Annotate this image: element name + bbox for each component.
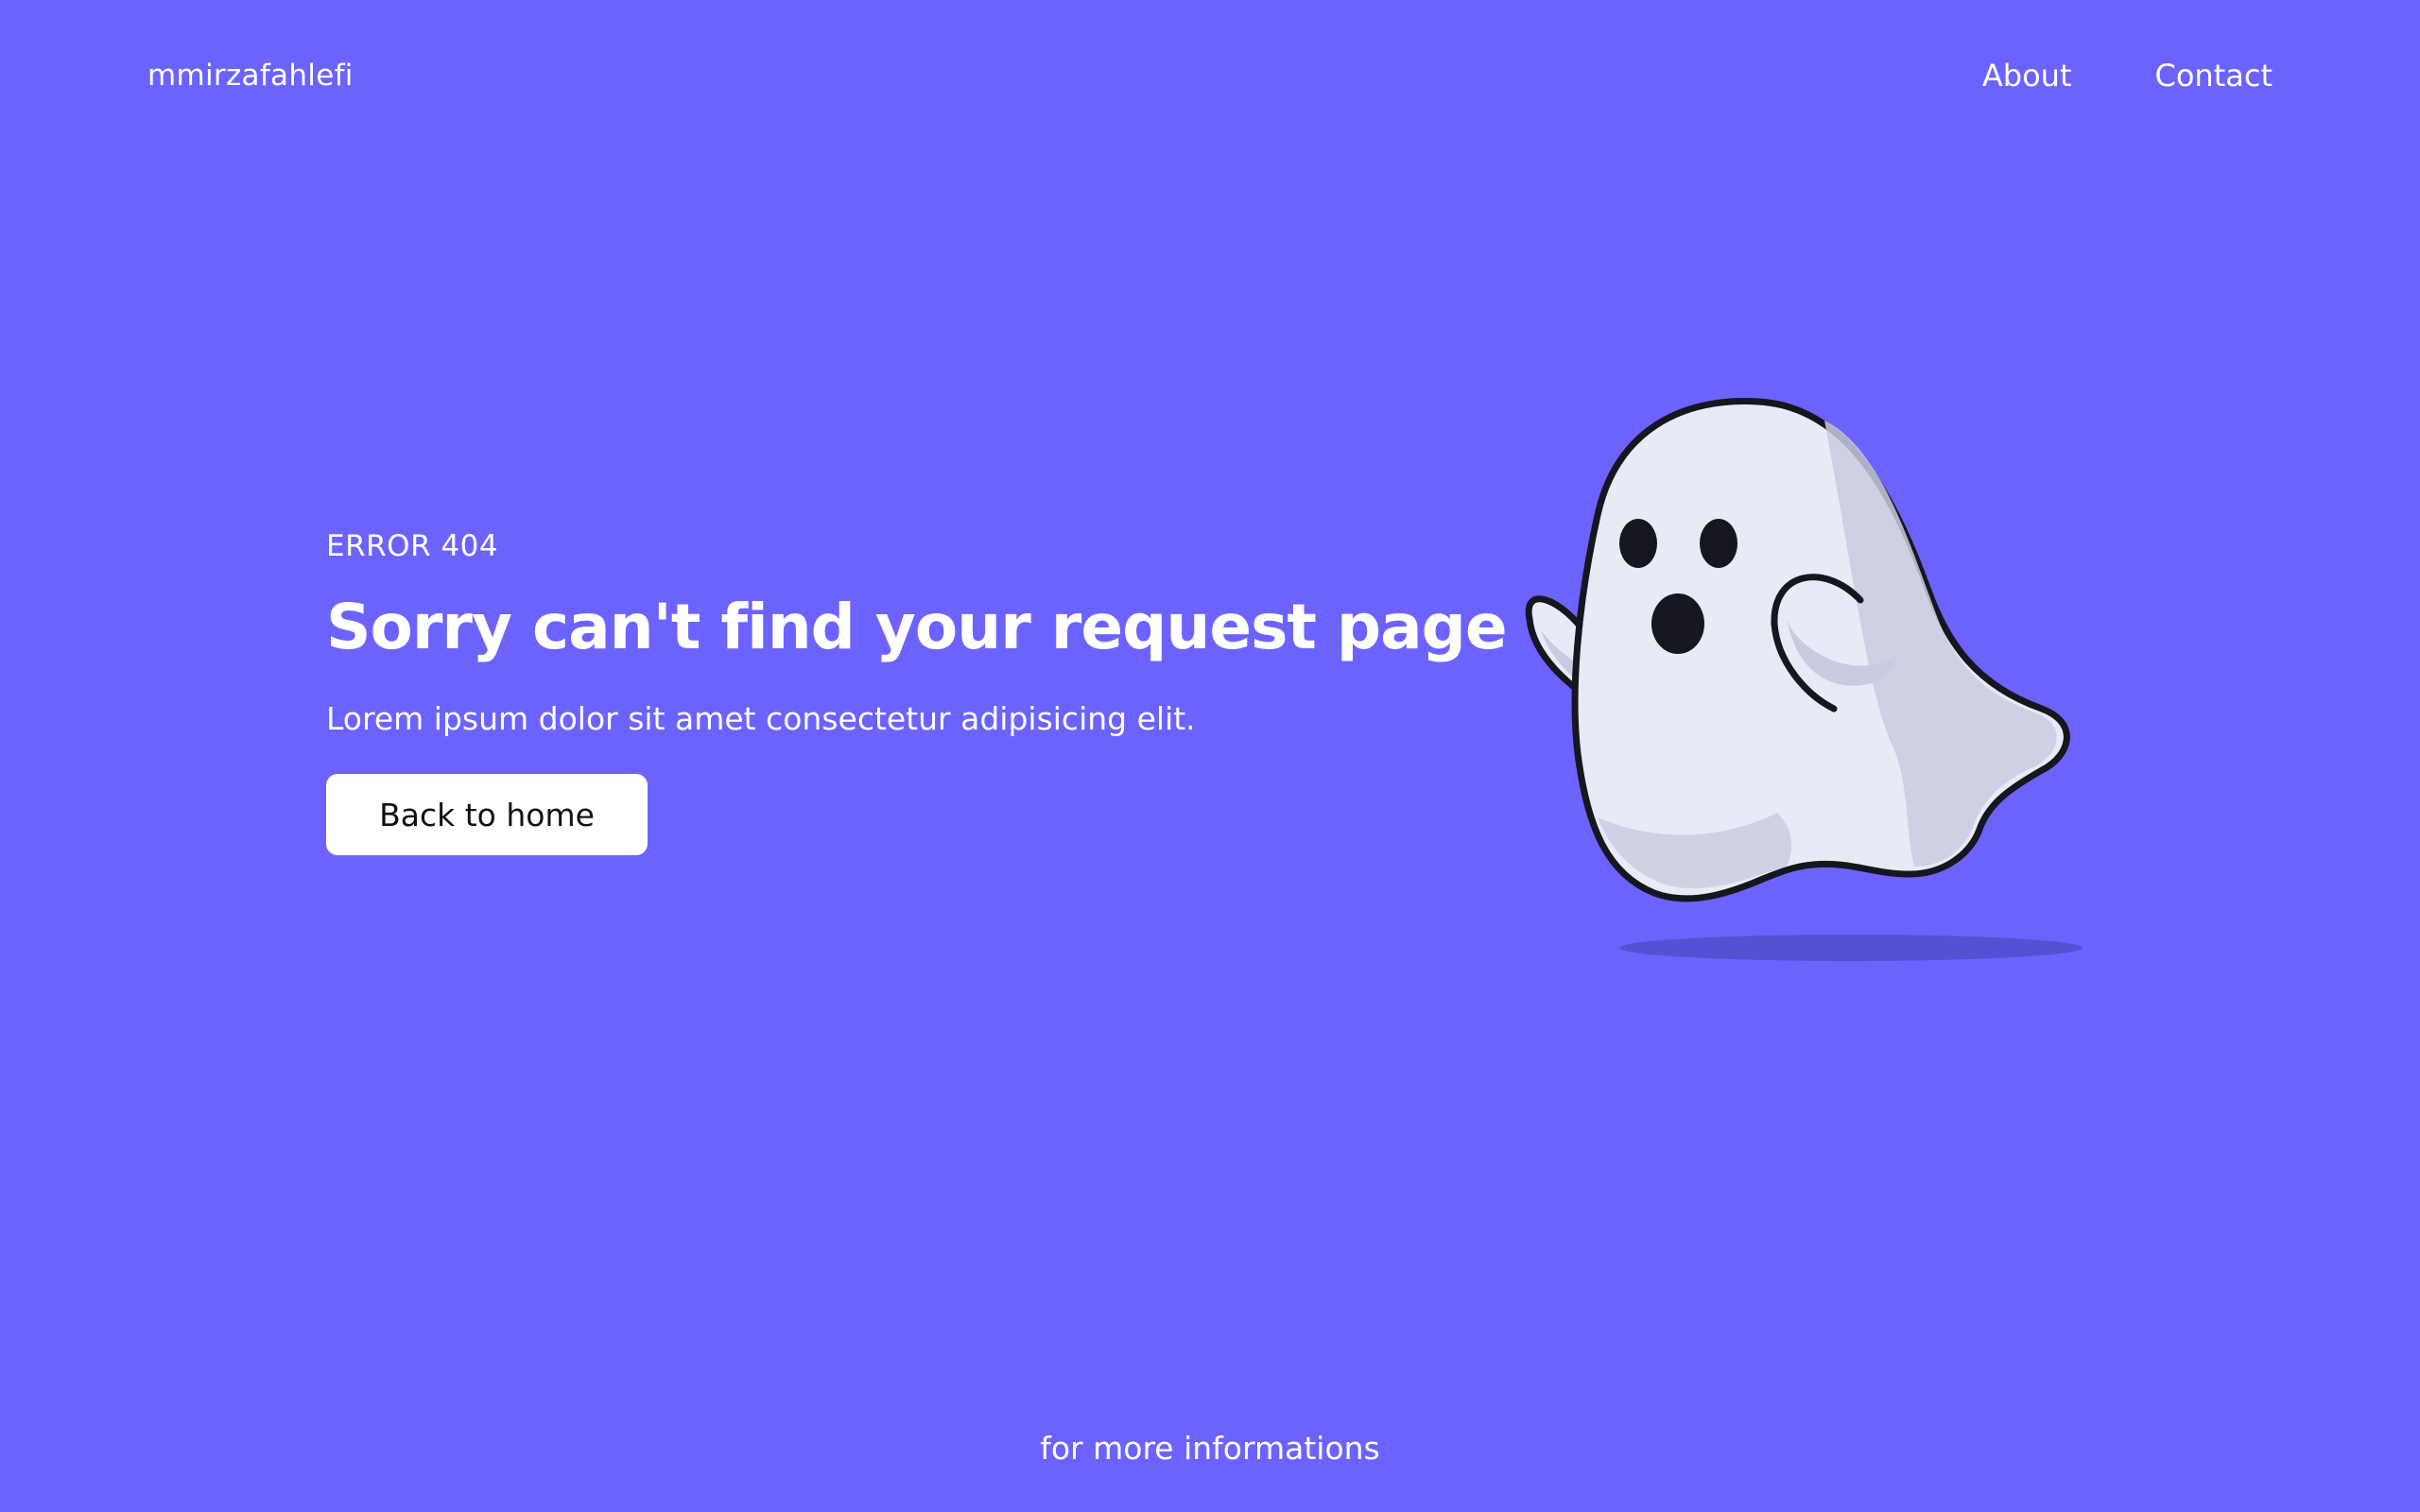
error-content: ERROR 404 Sorry can't find your request … [326,524,1508,855]
nav-link-contact[interactable]: Contact [2155,53,2273,98]
nav-link-about[interactable]: About [1982,53,2072,98]
ghost-right-eye [1700,519,1737,568]
error-code: ERROR 404 [326,529,499,563]
top-nav: About Contact [1982,53,2273,98]
page-title: Sorry can't find your request page [326,591,1508,663]
brand-logo-link[interactable]: mmirzafahlefi [147,53,354,98]
error-description: Lorem ipsum dolor sit amet consectetur a… [326,700,1196,737]
ghost-ground-shadow [1619,935,2083,961]
error-page: mmirzafahlefi About Contact ERROR 404 So… [0,0,2420,1512]
ghost-body [1571,398,2070,902]
ghost-mouth [1651,593,1704,654]
ghost-illustration [1525,398,2083,961]
more-info-link[interactable]: for more informations [1040,1430,1380,1467]
footer: for more informations [0,1425,2420,1472]
back-to-home-button[interactable]: Back to home [326,774,648,855]
ghost-left-eye [1619,519,1657,568]
